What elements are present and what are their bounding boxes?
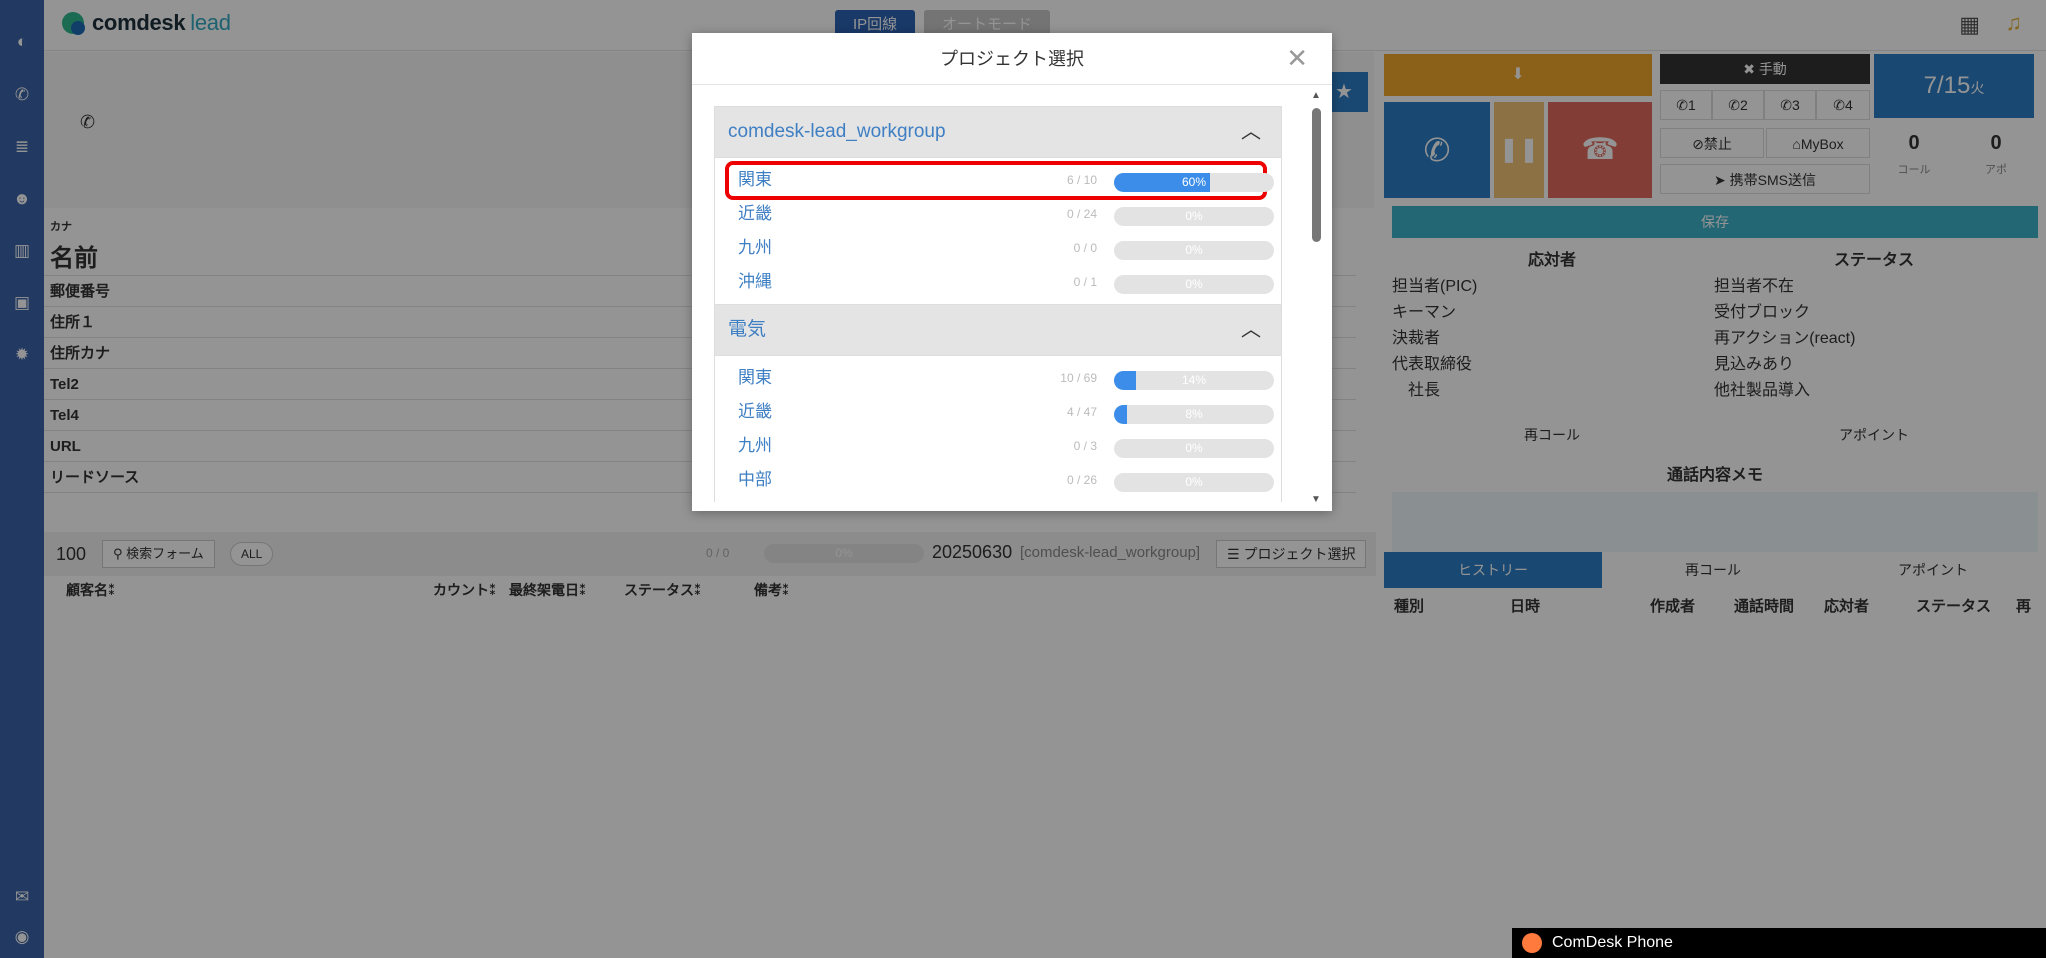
project-item[interactable]: 近畿 4 / 47 8%	[715, 395, 1281, 429]
comdesk-phone-bar[interactable]: ComDesk Phone	[1512, 928, 2046, 958]
progress-bar: 60%	[1114, 173, 1274, 192]
project-select-modal: プロジェクト選択 ✕ comdesk-lead_workgroup ︿ 関東 6…	[692, 33, 1332, 511]
project-item-count: 10 / 69	[1060, 371, 1097, 385]
chevron-up-icon[interactable]: ︿	[1241, 107, 1261, 157]
app: ◐ ✆ ≣ ☻ ▥ ▣ ✹ ✉ ◉ comdesk lead IP回線 オートモー…	[0, 0, 2046, 958]
group-name: 電気	[728, 319, 767, 340]
progress-text: 0%	[1185, 277, 1203, 291]
project-item-count: 4 / 47	[1066, 405, 1097, 419]
project-item-count: 0 / 1	[1073, 275, 1097, 289]
progress-text: 0%	[1185, 209, 1203, 223]
project-item[interactable]: 近畿 0 / 24 0%	[715, 197, 1281, 231]
close-icon[interactable]: ✕	[1286, 45, 1308, 71]
group-header[interactable]: 電気 ︿	[714, 304, 1282, 356]
scroll-down-icon[interactable]: ▼	[1311, 494, 1321, 505]
group-name: comdesk-lead_workgroup	[728, 121, 946, 142]
progress-bar: 8%	[1114, 405, 1274, 424]
project-item-count: 0 / 24	[1066, 207, 1097, 221]
project-item[interactable]: 九州 0 / 0 0%	[715, 231, 1281, 265]
project-item[interactable]: 関東 10 / 69 14%	[715, 361, 1281, 395]
progress-bar: 0%	[1114, 207, 1274, 226]
project-item[interactable]: 中部 0 / 26 0%	[715, 463, 1281, 497]
project-item-count: 6 / 10	[1066, 173, 1097, 187]
progress-text: 0%	[1185, 475, 1203, 489]
group-header[interactable]: comdesk-lead_workgroup ︿	[714, 106, 1282, 158]
project-item-name: 沖縄	[738, 272, 772, 291]
progress-bar: 0%	[1114, 439, 1274, 458]
chevron-up-icon[interactable]: ︿	[1241, 305, 1261, 355]
progress-text: 8%	[1185, 407, 1203, 421]
progress-bar: 0%	[1114, 473, 1274, 492]
project-item-count: 0 / 0	[1073, 241, 1097, 255]
modal-scrollbar[interactable]: ▲ ▼	[1309, 90, 1324, 508]
project-item-name: 九州	[738, 238, 772, 257]
progress-text: 0%	[1185, 243, 1203, 257]
project-item-name: 近畿	[738, 402, 772, 421]
modal-body: comdesk-lead_workgroup ︿ 関東 6 / 10 60% 近…	[714, 106, 1282, 506]
modal-title: プロジェクト選択	[692, 33, 1332, 85]
scroll-up-icon[interactable]: ▲	[1311, 90, 1321, 101]
progress-text: 0%	[1185, 441, 1203, 455]
project-item[interactable]: 沖縄 0 / 1 0%	[715, 265, 1281, 299]
project-item-count: 0 / 26	[1066, 473, 1097, 487]
progress-bar: 0%	[1114, 275, 1274, 294]
project-item-name: 関東	[738, 368, 772, 387]
progress-text: 60%	[1181, 175, 1207, 189]
project-item[interactable]: 関東 6 / 10 60%	[715, 161, 1281, 200]
project-item-name: 九州	[738, 436, 772, 455]
project-item-name: 近畿	[738, 204, 772, 223]
progress-text: 14%	[1181, 373, 1207, 387]
project-item-count: 0 / 3	[1073, 439, 1097, 453]
progress-bar: 14%	[1114, 371, 1274, 390]
project-item[interactable]: 九州 0 / 3 0%	[715, 429, 1281, 463]
project-item-name: 中部	[738, 470, 772, 489]
progress-bar: 0%	[1114, 241, 1274, 260]
scroll-thumb[interactable]	[1312, 108, 1321, 242]
